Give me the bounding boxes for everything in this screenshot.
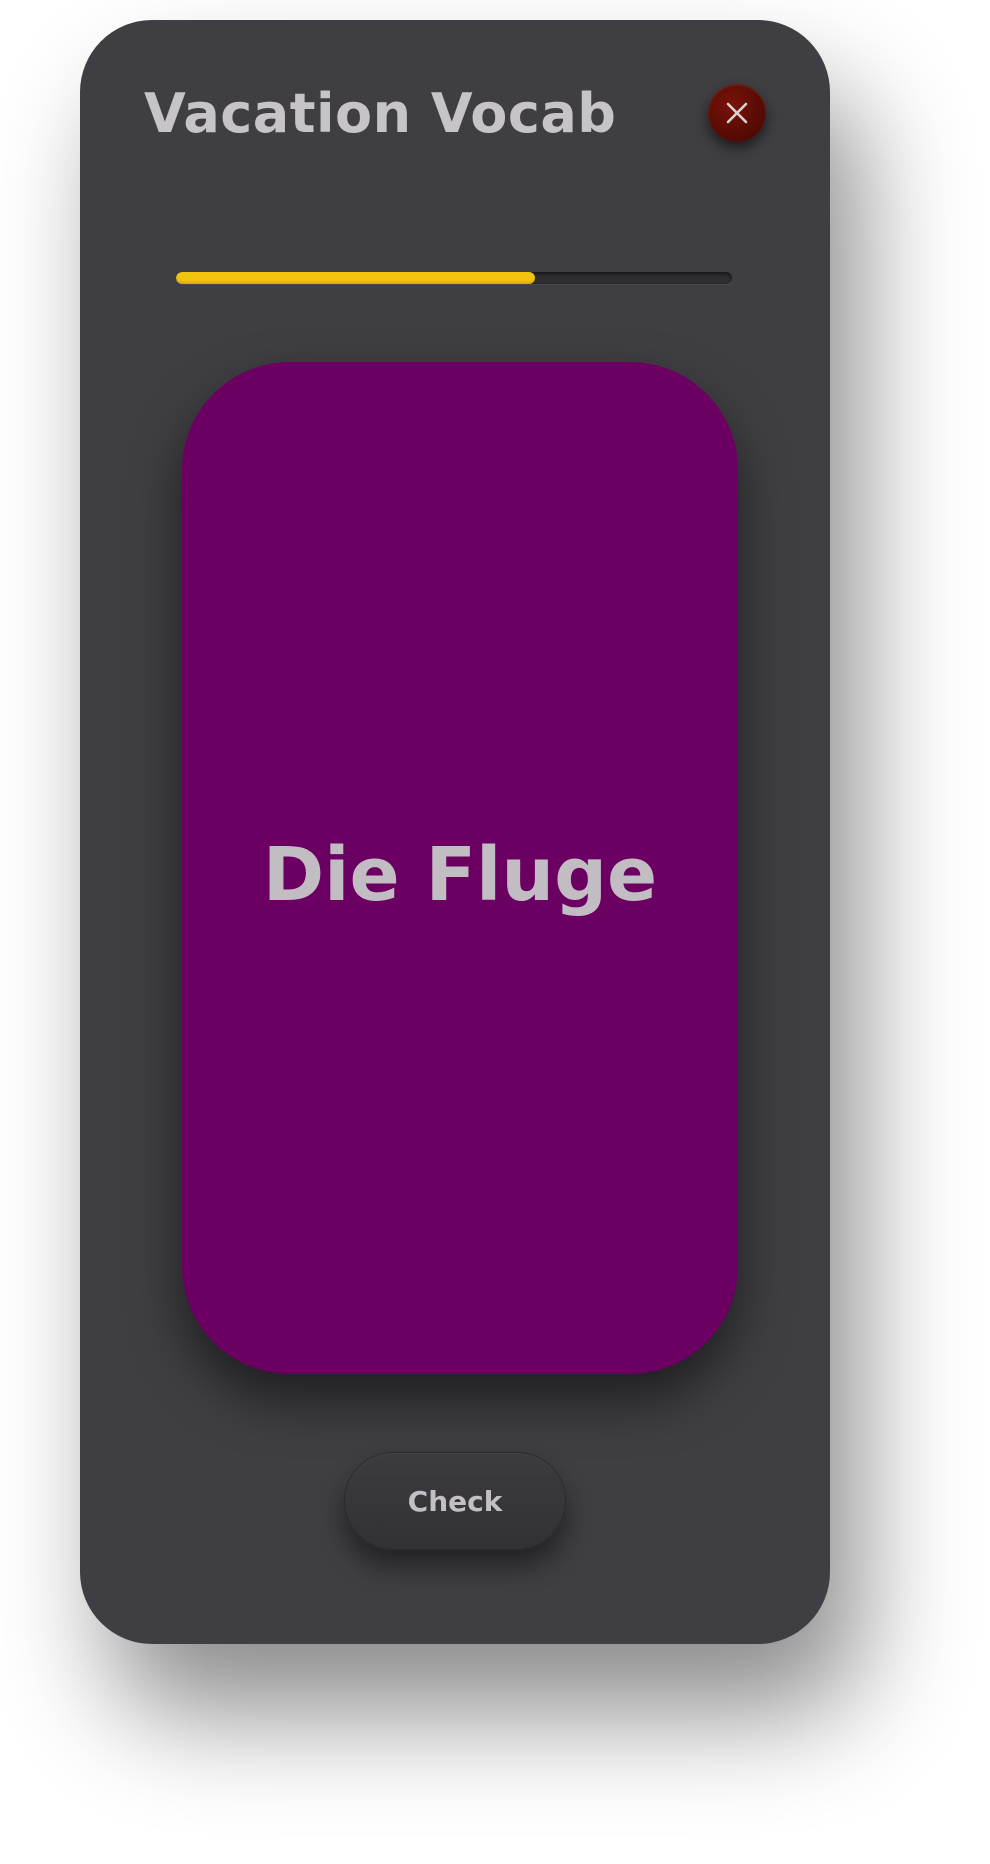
progress-bar-fill: [176, 272, 535, 284]
progress-bar: [176, 272, 732, 284]
check-button[interactable]: Check: [344, 1452, 566, 1550]
vocab-app-window: Vacation Vocab Die Fluge Check: [80, 20, 830, 1644]
close-button[interactable]: [708, 84, 766, 142]
app-title: Vacation Vocab: [144, 82, 617, 145]
close-icon: [726, 102, 748, 124]
flashcard-word: Die Fluge: [262, 832, 658, 918]
flashcard[interactable]: Die Fluge: [182, 362, 738, 1374]
